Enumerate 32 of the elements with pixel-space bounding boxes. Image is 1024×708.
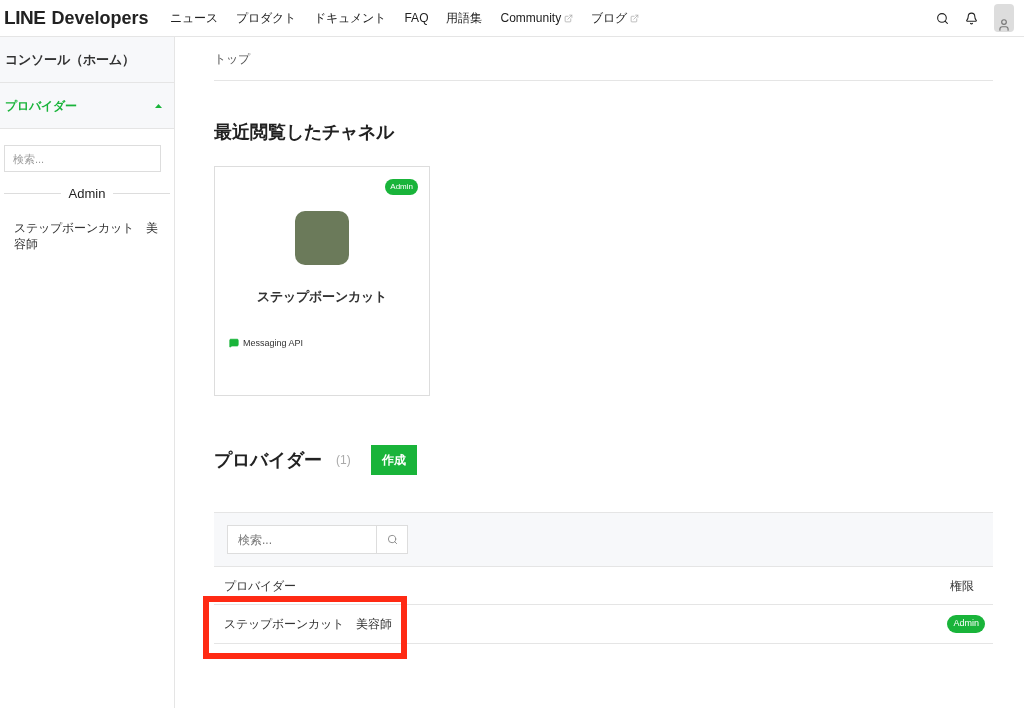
site-logo[interactable]: LINE Developers <box>4 3 149 33</box>
caret-up-icon <box>155 103 162 108</box>
provider-search-field[interactable]: 検索... <box>227 525 377 554</box>
column-header: 権限 <box>950 577 974 595</box>
nav-link[interactable]: 用語集 <box>446 9 483 27</box>
sidebar-search-field[interactable]: 検索... <box>4 145 161 172</box>
avatar[interactable] <box>994 4 1014 32</box>
provider-name[interactable]: ステップボーンカット 美容師 <box>224 615 392 633</box>
role-badge: Admin <box>385 179 418 195</box>
nav-link[interactable]: プロダクト <box>236 9 297 27</box>
column-header: プロバイダー <box>224 577 296 595</box>
channel-card[interactable]: Admin ステップボーンカット Messaging API <box>214 166 430 396</box>
sidebar-home-link[interactable]: コンソール（ホーム） <box>0 37 174 83</box>
section-title: 最近閲覧したチャネル <box>214 121 396 144</box>
channel-name: ステップボーンカット <box>257 288 387 306</box>
nav-link[interactable]: ブログ <box>591 9 640 27</box>
search-icon[interactable] <box>936 11 949 25</box>
group-label: Admin <box>68 185 106 203</box>
search-icon <box>386 534 398 545</box>
bell-icon[interactable] <box>965 11 978 25</box>
breadcrumb[interactable]: トップ <box>214 37 993 81</box>
provider-count: (1) <box>336 452 351 469</box>
channel-type: Messaging API <box>243 336 304 350</box>
section-title: プロバイダー <box>214 448 322 472</box>
role-badge: Admin <box>947 615 985 633</box>
nav-link[interactable]: ニュース <box>170 9 219 27</box>
nav-link[interactable]: Community <box>500 9 574 27</box>
provider-list-item[interactable]: ステップボーンカット 美容師 <box>0 219 174 252</box>
nav-link[interactable]: FAQ <box>404 9 429 27</box>
chat-icon <box>229 338 239 349</box>
photo-placeholder <box>295 211 349 265</box>
nav-link[interactable]: ドキュメント <box>314 9 387 27</box>
